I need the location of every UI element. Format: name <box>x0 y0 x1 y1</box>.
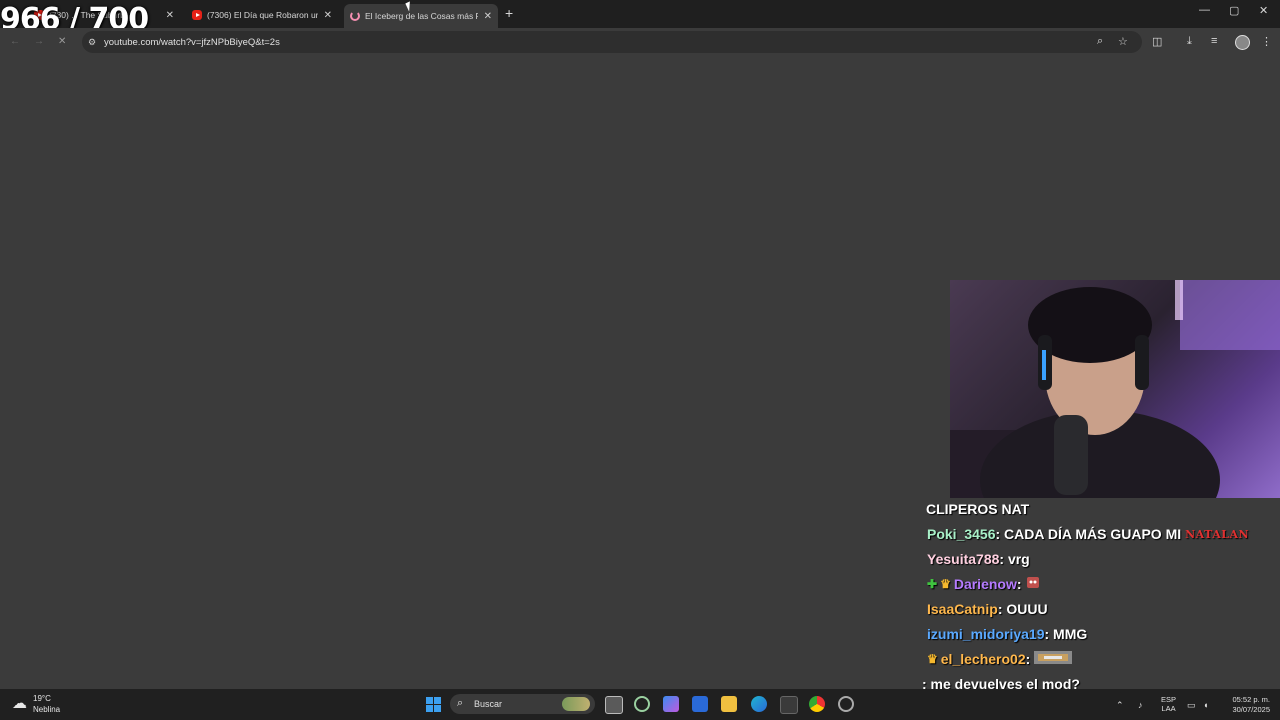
file-explorer-icon[interactable] <box>721 696 737 712</box>
clock-date: 30/07/2025 <box>1232 705 1270 714</box>
tray-chevron-icon[interactable]: ⌃ <box>1116 700 1124 711</box>
crown-badge-icon: ♛ <box>927 652 938 666</box>
chat-username: izumi_midoriya19 <box>927 626 1045 642</box>
chat-message: Poki_3456 : CADA DÍA MÁS GUAPO MI NATALA… <box>927 526 1249 542</box>
chat-message: ✚ ♛ Darienow : <box>927 576 1040 592</box>
plus-badge-icon: ✚ <box>927 577 938 591</box>
chat-message: izumi_midoriya19 : MMG <box>927 626 1087 642</box>
chat-username: Poki_3456 <box>927 526 996 542</box>
close-tab-icon[interactable]: ✕ <box>324 10 332 21</box>
language-line1: ESP <box>1161 695 1177 704</box>
chrome-icon[interactable] <box>809 696 825 712</box>
chat-message: ♛ el_lechero02 : <box>927 651 1073 667</box>
close-window-button[interactable]: ✕ <box>1259 4 1268 17</box>
streamer-webcam <box>950 280 1280 498</box>
obs-icon[interactable] <box>838 696 854 712</box>
chat-text: : <box>1025 651 1031 667</box>
task-view-icon[interactable] <box>605 696 623 714</box>
chat-title: CLIPEROS NAT <box>926 501 1030 517</box>
minimize-button[interactable]: — <box>1199 4 1210 16</box>
search-highlight-icon <box>562 697 590 711</box>
profile-icon[interactable] <box>1235 35 1250 50</box>
search-placeholder[interactable]: Buscar <box>474 699 502 709</box>
search-icon: ⌕ <box>457 697 464 709</box>
store-icon[interactable] <box>692 696 708 712</box>
back-icon[interactable]: ← <box>10 36 20 47</box>
microphone-icon[interactable]: ♪ <box>1138 700 1143 710</box>
chat-text: : MMG <box>1044 626 1088 642</box>
zoom-icon[interactable]: ⌕ <box>1097 35 1103 48</box>
chat-message: Yesuita788 : vrg <box>927 551 1030 567</box>
loading-icon <box>350 11 360 21</box>
url-text[interactable]: youtube.com/watch?v=jfzNPbBiyeQ&t=2s <box>104 37 280 48</box>
chat-username: Darienow <box>953 576 1017 592</box>
chat-username: IsaaCatnip <box>927 601 998 617</box>
tab-3-active[interactable]: El Iceberg de las Cosas más Per ✕ <box>344 4 498 28</box>
volume-icon[interactable]: ◖ <box>1203 700 1208 710</box>
close-tab-icon[interactable]: ✕ <box>484 11 492 22</box>
chat-username: Yesuita788 <box>927 551 1000 567</box>
youtube-icon <box>192 10 202 20</box>
download-icon[interactable]: ⤓ <box>1187 35 1192 48</box>
chat-text: : vrg <box>999 551 1030 567</box>
chat-message: IsaaCatnip : OUUU <box>927 601 1048 617</box>
tab-title: El Iceberg de las Cosas más Per <box>365 11 478 21</box>
bookmark-star-icon[interactable]: ☆ <box>1118 35 1128 48</box>
maximize-button[interactable]: ▢ <box>1229 4 1239 17</box>
stop-loading-icon[interactable]: ✕ <box>58 36 66 47</box>
app-window-icon[interactable] <box>780 696 798 714</box>
natalan-emote: NATALAN <box>1185 527 1250 541</box>
app-icon[interactable] <box>634 696 650 712</box>
emote-box-icon <box>1034 651 1073 667</box>
crown-badge-icon: ♛ <box>940 577 951 591</box>
media-control-icon[interactable]: ≡ <box>1211 35 1217 47</box>
start-button[interactable] <box>426 697 441 712</box>
network-icon[interactable]: ▭ <box>1187 700 1196 711</box>
copilot-icon[interactable] <box>663 696 679 712</box>
emote-icon <box>1026 576 1040 592</box>
clock-time: 05:52 p. m. <box>1232 695 1270 704</box>
chat-text: : CADA DÍA MÁS GUAPO MI <box>995 526 1182 542</box>
language-indicator[interactable]: ESP LAA <box>1161 695 1176 713</box>
extensions-icon[interactable]: ◫ <box>1152 35 1162 48</box>
chat-username: el_lechero02 <box>940 651 1026 667</box>
new-tab-button[interactable]: + <box>505 5 513 21</box>
site-info-icon[interactable]: ⚙ <box>88 37 96 48</box>
close-tab-icon[interactable]: ✕ <box>166 10 174 21</box>
tab-2[interactable]: (7306) El Día que Robaron un B ✕ <box>186 4 338 26</box>
streamer-image <box>950 280 1280 498</box>
chat-text: : OUUU <box>997 601 1048 617</box>
language-line2: LAA <box>1161 704 1176 713</box>
weather-icon[interactable]: ☁ <box>12 694 27 712</box>
edge-icon[interactable] <box>751 696 767 712</box>
weather-description[interactable]: Neblina <box>33 705 60 714</box>
tab-title: (7306) El Día que Robaron un B <box>207 10 318 20</box>
forward-icon[interactable]: → <box>34 36 44 47</box>
clock[interactable]: 05:52 p. m. 30/07/2025 <box>1222 695 1270 715</box>
chat-text: : <box>1016 576 1022 592</box>
weather-temperature[interactable]: 19°C <box>33 694 51 703</box>
menu-icon[interactable]: ⋮ <box>1261 35 1272 48</box>
